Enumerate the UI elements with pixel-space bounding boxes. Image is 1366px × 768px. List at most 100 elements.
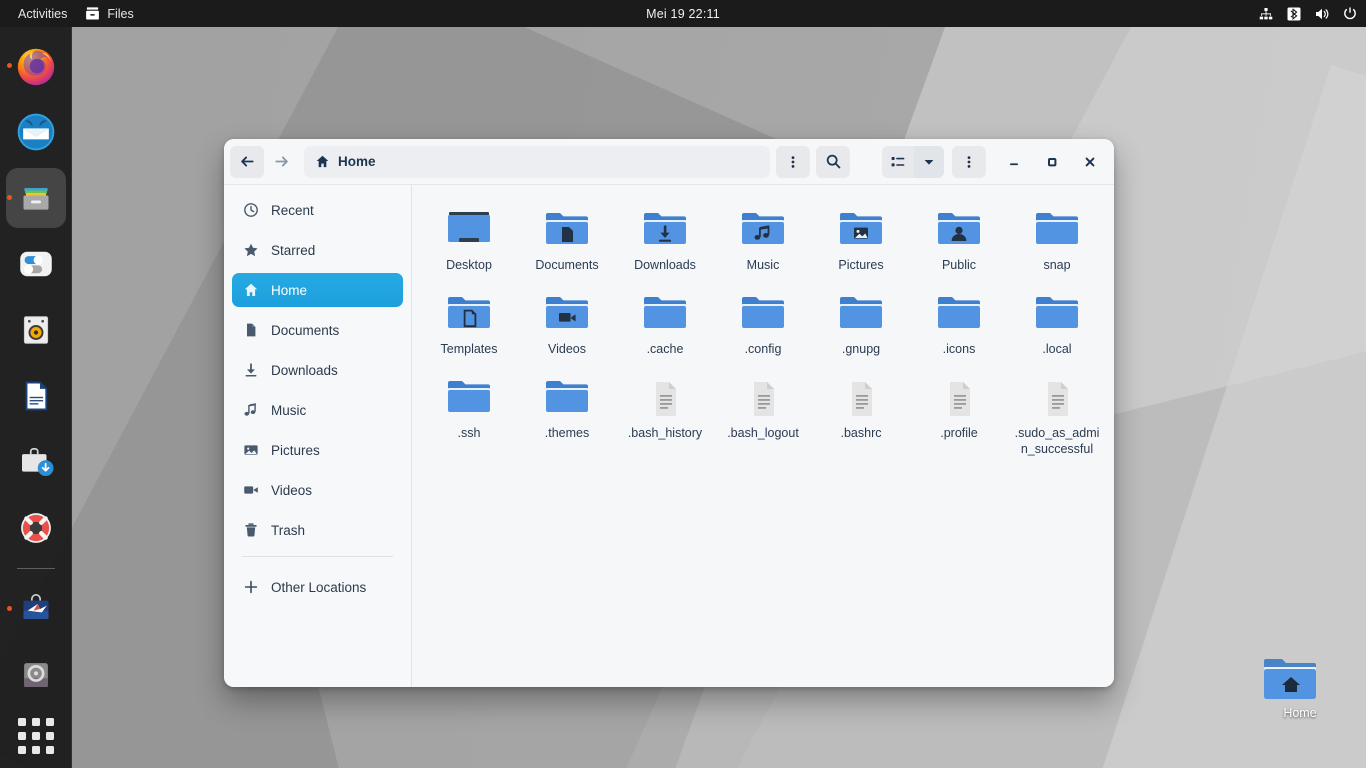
sidebar-item-label: Trash	[271, 522, 306, 538]
file-name: .profile	[940, 425, 978, 440]
maximize-button[interactable]	[1036, 146, 1068, 178]
folder-icon	[637, 286, 693, 338]
volume-icon	[1314, 6, 1330, 22]
file-item[interactable]: .config	[714, 283, 812, 364]
disks-icon	[17, 656, 55, 694]
sidebar-item-label: Downloads	[271, 362, 338, 378]
file-item[interactable]: .bash_history	[616, 367, 714, 464]
power-icon	[1342, 6, 1358, 22]
dock	[0, 27, 72, 768]
libreoffice-writer-icon	[17, 377, 55, 415]
file-item[interactable]: .local	[1008, 283, 1106, 364]
dock-item-help[interactable]	[6, 498, 66, 558]
text-file-icon	[637, 370, 693, 422]
sidebar-separator	[242, 556, 393, 557]
forward-button[interactable]	[264, 146, 298, 178]
top-bar: Activities Files Mei 19 22:11	[0, 0, 1366, 27]
dock-item-disks[interactable]	[6, 645, 66, 705]
dock-item-rhythmbox[interactable]	[6, 300, 66, 360]
folder-desktop-icon	[441, 202, 497, 254]
file-name: Pictures	[838, 258, 884, 272]
sidebar-item-videos[interactable]: Videos	[232, 473, 403, 507]
file-list-view[interactable]: Desktop Documents Downloads Music Pictur…	[412, 185, 1114, 687]
dock-item-settings[interactable]	[6, 234, 66, 294]
file-item[interactable]: .icons	[910, 283, 1008, 364]
dock-item-ubuntu-software[interactable]	[6, 432, 66, 492]
dock-item-libreoffice-writer[interactable]	[6, 366, 66, 426]
file-name: snap	[1043, 258, 1071, 272]
file-item[interactable]: Music	[714, 199, 812, 280]
dock-item-files[interactable]	[5, 168, 66, 228]
file-item[interactable]: Desktop	[420, 199, 518, 280]
file-item[interactable]: .themes	[518, 367, 616, 464]
desktop-icon-home[interactable]: Home	[1262, 655, 1338, 720]
file-item[interactable]: .bashrc	[812, 367, 910, 464]
thunderbird-icon	[14, 110, 58, 154]
file-item[interactable]: snap	[1008, 199, 1106, 280]
file-name: .local	[1042, 341, 1072, 356]
file-item[interactable]: .cache	[616, 283, 714, 364]
system-indicators[interactable]	[1258, 6, 1358, 22]
sidebar-item-label: Home	[271, 282, 308, 298]
sidebar-item-recent[interactable]: Recent	[232, 193, 403, 227]
sidebar-item-label: Pictures	[271, 442, 320, 458]
file-item[interactable]: .profile	[910, 367, 1008, 464]
network-wired-icon	[1258, 6, 1274, 22]
file-name: .bashrc	[840, 425, 882, 440]
folder-icon	[1029, 202, 1085, 254]
file-item[interactable]: .gnupg	[812, 283, 910, 364]
file-item[interactable]: Public	[910, 199, 1008, 280]
dock-item-firefox[interactable]	[6, 36, 66, 96]
files-window: Home Recent Starred Home Documents Downl…	[224, 139, 1114, 687]
minimize-button[interactable]	[998, 146, 1030, 178]
sidebar-item-label: Other Locations	[271, 579, 367, 595]
file-item[interactable]: Documents	[518, 199, 616, 280]
sidebar-item-starred[interactable]: Starred	[232, 233, 403, 267]
dock-item-app-store-bag[interactable]	[6, 579, 66, 639]
file-name: .gnupg	[841, 341, 881, 356]
search-icon	[825, 153, 842, 170]
view-list-button[interactable]	[882, 145, 914, 178]
sidebar: Recent Starred Home Documents Downloads …	[224, 185, 412, 687]
file-item[interactable]: Downloads	[616, 199, 714, 280]
file-item[interactable]: Templates	[420, 283, 518, 364]
sidebar-item-documents[interactable]: Documents	[232, 313, 403, 347]
file-name: Documents	[535, 258, 599, 272]
file-item[interactable]: .bash_logout	[714, 367, 812, 464]
ubuntu-software-icon	[15, 441, 57, 483]
sidebar-item-pictures[interactable]: Pictures	[232, 433, 403, 467]
file-item[interactable]: Pictures	[812, 199, 910, 280]
video-camera-icon	[242, 482, 259, 499]
clock[interactable]: Mei 19 22:11	[0, 7, 1366, 21]
file-item[interactable]: Videos	[518, 283, 616, 364]
path-menu-button[interactable]	[776, 145, 810, 178]
view-options-dropdown[interactable]	[914, 145, 944, 178]
star-icon	[242, 242, 259, 259]
clock-icon	[242, 202, 259, 219]
arrow-left-icon	[239, 153, 256, 170]
folder-music-icon	[735, 202, 791, 254]
sidebar-item-downloads[interactable]: Downloads	[232, 353, 403, 387]
sidebar-item-trash[interactable]: Trash	[232, 513, 403, 547]
back-button[interactable]	[230, 145, 264, 178]
main-menu-button[interactable]	[952, 145, 986, 178]
running-dot-files	[6, 195, 12, 200]
path-bar[interactable]: Home	[304, 145, 770, 178]
file-item[interactable]: .sudo_as_admin_successful	[1008, 367, 1106, 464]
sidebar-item-other-locations[interactable]: Other Locations	[232, 570, 403, 604]
search-button[interactable]	[816, 145, 850, 178]
file-name: Downloads	[634, 258, 696, 272]
dock-item-thunderbird[interactable]	[6, 102, 66, 162]
sidebar-item-label: Starred	[271, 242, 316, 258]
close-button[interactable]	[1074, 146, 1106, 178]
path-label: Home	[338, 154, 376, 169]
show-applications-button[interactable]	[17, 718, 54, 754]
sidebar-item-home[interactable]: Home	[232, 273, 403, 307]
text-file-icon	[833, 370, 889, 422]
sidebar-item-music[interactable]: Music	[232, 393, 403, 427]
file-name: .themes	[544, 425, 590, 440]
files-icon	[16, 178, 56, 218]
file-name: .cache	[646, 341, 684, 356]
folder-videos-icon	[539, 286, 595, 338]
file-item[interactable]: .ssh	[420, 367, 518, 464]
